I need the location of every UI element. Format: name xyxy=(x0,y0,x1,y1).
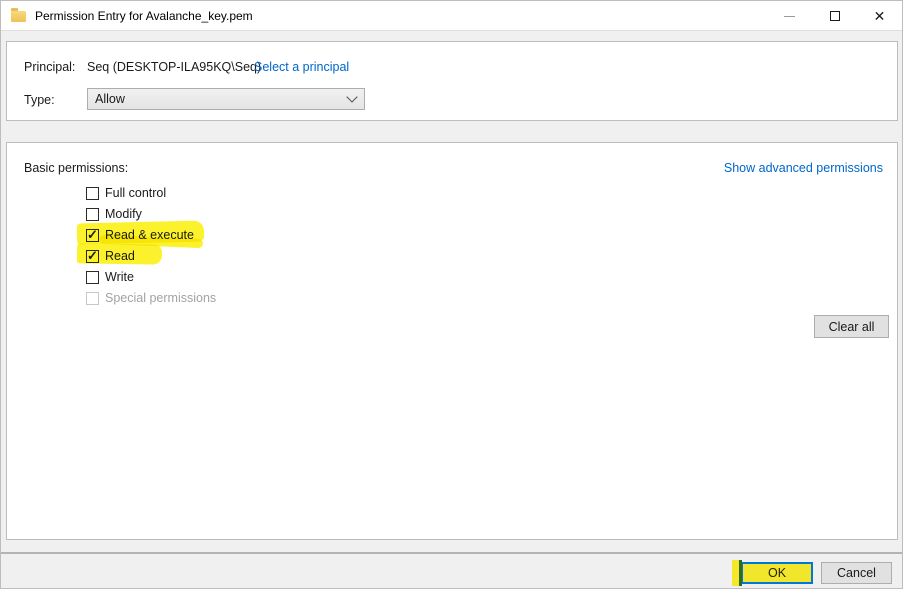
checkbox-label: Modify xyxy=(105,207,142,221)
window-title: Permission Entry for Avalanche_key.pem xyxy=(35,1,253,31)
cancel-label: Cancel xyxy=(837,566,876,580)
basic-permissions-label: Basic permissions: xyxy=(24,161,128,175)
permissions-panel: Basic permissions: Show advanced permiss… xyxy=(6,142,898,540)
principal-panel: Principal: Seq (DESKTOP-ILA95KQ\Seq) Sel… xyxy=(6,41,898,121)
maximize-button[interactable] xyxy=(812,1,857,31)
close-icon: ✕ xyxy=(874,8,886,25)
permission-row-special-permissions: Special permissions xyxy=(86,290,216,306)
title-bar[interactable]: Permission Entry for Avalanche_key.pem ✕ xyxy=(1,1,902,31)
permission-row-write[interactable]: Write xyxy=(86,269,134,285)
checkbox-write[interactable] xyxy=(86,271,99,284)
principal-label: Principal: xyxy=(24,60,75,74)
ok-label: OK xyxy=(768,566,786,580)
clear-all-label: Clear all xyxy=(829,320,875,334)
folder-icon xyxy=(11,11,26,22)
type-dropdown[interactable]: Allow xyxy=(87,88,365,110)
checkbox-label: Read & execute xyxy=(105,228,194,242)
minimize-icon xyxy=(784,16,795,17)
select-principal-link[interactable]: Select a principal xyxy=(254,60,349,74)
minimize-button[interactable] xyxy=(767,1,812,31)
footer-separator xyxy=(1,552,902,554)
permission-entry-dialog: Permission Entry for Avalanche_key.pem ✕… xyxy=(0,0,903,589)
cancel-button[interactable]: Cancel xyxy=(821,562,892,584)
ok-button[interactable]: OK xyxy=(741,562,813,584)
permission-row-modify[interactable]: Modify xyxy=(86,206,142,222)
permission-row-read[interactable]: Read xyxy=(86,248,135,264)
checkbox-label: Write xyxy=(105,270,134,284)
type-dropdown-value: Allow xyxy=(95,92,348,106)
checkbox-modify[interactable] xyxy=(86,208,99,221)
checkbox-special-permissions xyxy=(86,292,99,305)
clear-all-button[interactable]: Clear all xyxy=(814,315,889,338)
permission-row-full-control[interactable]: Full control xyxy=(86,185,166,201)
permission-row-read-execute[interactable]: Read & execute xyxy=(86,227,194,243)
checkbox-full-control[interactable] xyxy=(86,187,99,200)
checkbox-label: Read xyxy=(105,249,135,263)
checkbox-read-execute[interactable] xyxy=(86,229,99,242)
checkbox-label: Special permissions xyxy=(105,291,216,305)
checkbox-label: Full control xyxy=(105,186,166,200)
type-label: Type: xyxy=(24,93,55,107)
checkbox-read[interactable] xyxy=(86,250,99,263)
principal-value: Seq (DESKTOP-ILA95KQ\Seq) xyxy=(87,60,261,74)
show-advanced-permissions-link[interactable]: Show advanced permissions xyxy=(724,161,883,175)
maximize-icon xyxy=(830,11,840,21)
chevron-down-icon xyxy=(346,91,357,102)
close-button[interactable]: ✕ xyxy=(857,1,902,31)
